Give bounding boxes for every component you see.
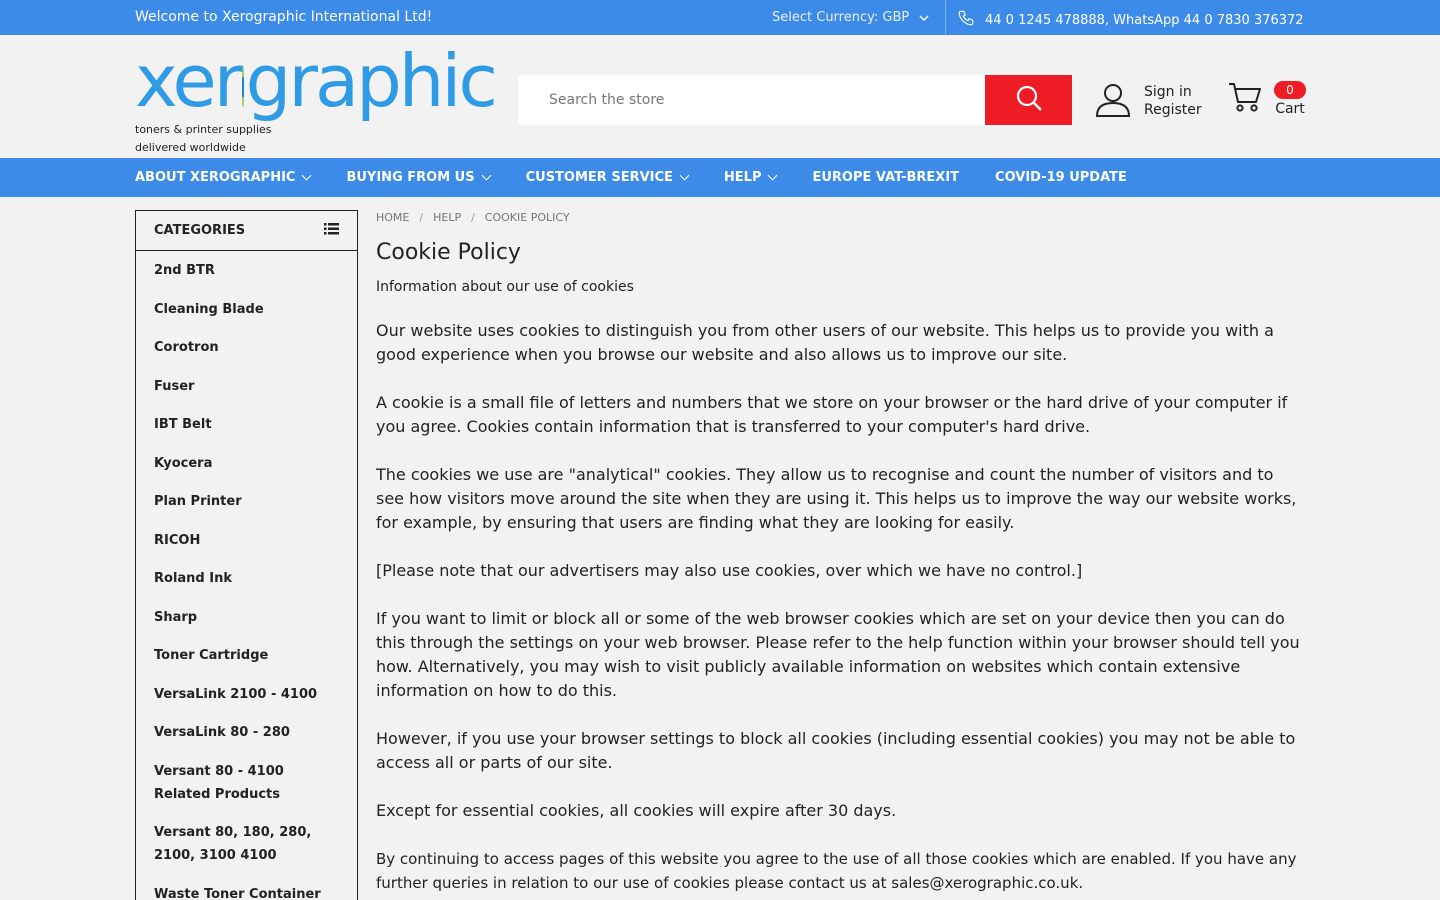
- breadcrumb-current: COOKIE POLICY: [484, 211, 570, 224]
- category-item[interactable]: Cleaning Blade: [136, 298, 357, 321]
- logo-tagline-line2: delivered worldwide: [135, 141, 246, 154]
- search-icon: [1015, 84, 1043, 116]
- logo-tagline: toners & printer supplies delivered worl…: [135, 121, 495, 157]
- category-item[interactable]: IBT Belt: [136, 413, 357, 436]
- phone-contact[interactable]: 44 0 1245 478888, WhatsApp 44 0 7830 376…: [957, 9, 1304, 31]
- account-link-group: Sign in Register: [1144, 83, 1202, 119]
- logo-wordmark: xer graphic: [135, 39, 498, 123]
- category-item[interactable]: Toner Cartridge: [136, 644, 357, 667]
- cart-link[interactable]: 0 Cart: [1228, 80, 1306, 118]
- nav-label: COVID-19 UPDATE: [995, 170, 1127, 185]
- nav-label: ABOUT XEROGRAPHIC: [135, 170, 296, 185]
- header: xer graphic toners & printer supplies del…: [0, 35, 1440, 158]
- cart-count-badge: 0: [1274, 80, 1306, 99]
- category-item[interactable]: VersaLink 80 - 280: [136, 721, 357, 744]
- logo-word-left: xer: [135, 39, 243, 123]
- breadcrumb-separator: /: [471, 211, 475, 224]
- page-intro: Information about our use of cookies: [376, 279, 634, 295]
- topbar-divider: [945, 0, 946, 35]
- category-list: 2nd BTR Cleaning Blade Corotron Fuser IB…: [136, 251, 357, 900]
- site-logo[interactable]: xer graphic toners & printer supplies del…: [135, 39, 498, 157]
- nav-about-xerographic[interactable]: ABOUT XEROGRAPHIC: [135, 170, 312, 185]
- breadcrumb: HOME / HELP / COOKIE POLICY: [376, 211, 1306, 224]
- currency-label: Select Currency: GBP: [772, 10, 910, 25]
- nav-label: EUROPE VAT-BREXIT: [812, 170, 960, 185]
- category-item[interactable]: VersaLink 2100 - 4100: [136, 683, 357, 706]
- chevron-down-icon: [768, 170, 778, 181]
- category-item[interactable]: Kyocera: [136, 452, 357, 475]
- cart-text: 0 Cart: [1274, 80, 1306, 118]
- policy-paragraph: A cookie is a small file of letters and …: [376, 393, 1288, 436]
- chevron-down-icon: [481, 170, 492, 181]
- category-item[interactable]: Sharp: [136, 606, 357, 629]
- cart-label: Cart: [1275, 100, 1305, 117]
- nav-europe-vat-brexit[interactable]: EUROPE VAT-BREXIT: [812, 170, 959, 185]
- breadcrumb-home[interactable]: HOME: [376, 211, 409, 224]
- main-content: HOME / HELP / COOKIE POLICY Cookie Polic…: [376, 210, 1306, 895]
- nav-label: CUSTOMER SERVICE: [525, 170, 673, 185]
- main-nav: ABOUT XEROGRAPHIC BUYING FROM US CUSTOME…: [0, 158, 1440, 197]
- top-bar: Welcome to Xerographic International Ltd…: [0, 0, 1440, 35]
- search-button[interactable]: [985, 75, 1072, 125]
- category-item[interactable]: Plan Printer: [136, 490, 357, 513]
- nav-label: BUYING FROM US: [346, 170, 475, 185]
- category-item[interactable]: RICOH: [136, 529, 357, 552]
- breadcrumb-separator: /: [419, 211, 424, 224]
- search-input[interactable]: [518, 75, 985, 125]
- category-item[interactable]: Versant 80 - 4100 Related Products: [136, 760, 357, 806]
- phone-text: 44 0 1245 478888, WhatsApp 44 0 7830 376…: [985, 12, 1304, 28]
- categories-heading: CATEGORIES: [154, 223, 246, 238]
- category-item[interactable]: 2nd BTR: [136, 259, 357, 282]
- category-item[interactable]: Waste Toner Container: [136, 883, 357, 900]
- logo-word-right: graphic: [245, 39, 498, 123]
- nav-help[interactable]: HELP: [723, 170, 778, 185]
- register-link[interactable]: Register: [1144, 101, 1202, 119]
- page-title: Cookie Policy: [376, 240, 521, 265]
- logo-tagline-line1: toners & printer supplies: [135, 123, 272, 136]
- welcome-text: Welcome to Xerographic International Ltd…: [135, 9, 433, 25]
- policy-paragraph: By continuing to access pages of this we…: [376, 850, 1297, 892]
- category-item[interactable]: Corotron: [136, 336, 357, 359]
- chevron-down-icon: [302, 170, 312, 181]
- category-item[interactable]: Fuser: [136, 375, 357, 398]
- search-bar: [518, 75, 1072, 125]
- phone-icon: [957, 9, 975, 31]
- user-icon[interactable]: [1094, 80, 1132, 122]
- nav-label: HELP: [723, 170, 762, 185]
- list-icon: [324, 222, 339, 239]
- category-item[interactable]: Roland Ink: [136, 567, 357, 590]
- policy-paragraph: If you want to limit or block all or som…: [376, 609, 1300, 700]
- currency-selector[interactable]: Select Currency: GBP: [772, 10, 929, 25]
- categories-header[interactable]: CATEGORIES: [136, 211, 357, 251]
- breadcrumb-help[interactable]: HELP: [433, 211, 461, 224]
- logo-globe-icon: [242, 67, 244, 107]
- nav-covid-19-update[interactable]: COVID-19 UPDATE: [995, 170, 1127, 185]
- chevron-down-icon: [679, 170, 690, 181]
- policy-paragraph: However, if you use your browser setting…: [376, 729, 1296, 772]
- policy-paragraph: Except for essential cookies, all cookie…: [376, 801, 897, 820]
- nav-customer-service[interactable]: CUSTOMER SERVICE: [525, 170, 690, 185]
- sign-in-link[interactable]: Sign in: [1144, 83, 1202, 101]
- account-links: Sign in Register: [1094, 80, 1202, 122]
- policy-paragraph: Our website uses cookies to distinguish …: [376, 321, 1274, 364]
- categories-sidebar: CATEGORIES 2nd BTR Cleaning Blade Corotr…: [135, 210, 358, 900]
- nav-buying-from-us[interactable]: BUYING FROM US: [346, 170, 492, 185]
- policy-paragraph: [Please note that our advertisers may al…: [376, 561, 1083, 580]
- category-item[interactable]: Versant 80, 180, 280, 2100, 3100 4100: [136, 821, 357, 867]
- chevron-down-icon: [919, 10, 929, 25]
- cart-icon: [1228, 80, 1262, 118]
- policy-paragraph: The cookies we use are "analytical" cook…: [376, 465, 1297, 532]
